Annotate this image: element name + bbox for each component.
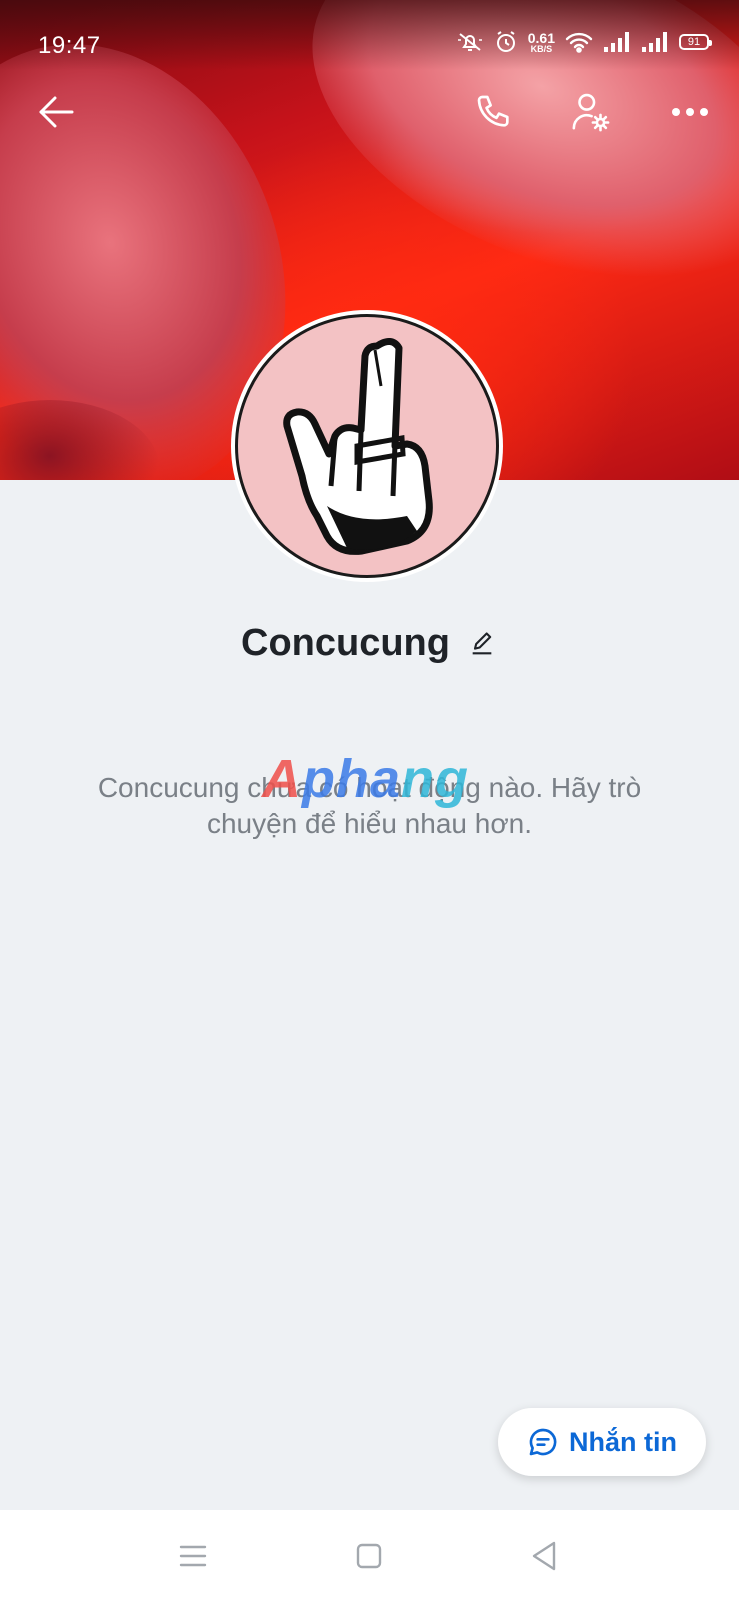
profile-settings-button[interactable] — [566, 88, 614, 136]
status-bar: 19:47 0.61 KB/S 91 — [0, 0, 739, 64]
chat-bubble-icon — [529, 1428, 557, 1456]
battery-level: 91 — [687, 36, 701, 48]
more-options-button[interactable] — [666, 88, 714, 136]
watermark-logo: Aphang — [262, 752, 469, 806]
profile-name: Concucung — [241, 622, 450, 664]
message-button-label: Nhắn tin — [569, 1426, 677, 1457]
home-square-icon — [356, 1543, 382, 1569]
system-nav-bar — [0, 1510, 739, 1600]
hand-gesture-image — [283, 338, 433, 555]
watermark-part: A — [262, 749, 302, 809]
system-back-button[interactable] — [522, 1534, 566, 1578]
signal-icon — [603, 31, 631, 53]
net-speed-unit: KB/S — [530, 43, 553, 54]
edit-name-button[interactable] — [466, 628, 498, 660]
pencil-icon — [472, 631, 492, 654]
more-icon — [672, 108, 708, 116]
back-arrow-icon — [39, 96, 74, 128]
watermark-part: pha — [302, 749, 402, 809]
user-settings-icon — [572, 93, 610, 132]
watermark-part: ng — [401, 749, 469, 809]
status-time: 19:47 — [38, 32, 101, 59]
avatar-image — [235, 314, 499, 578]
avatar[interactable] — [231, 310, 503, 582]
net-speed: 0.61 KB/S — [528, 31, 555, 54]
wifi-icon — [565, 31, 593, 53]
profile-name-row: Concucung — [0, 622, 739, 665]
menu-icon — [179, 1545, 207, 1567]
back-button[interactable] — [32, 88, 80, 136]
battery-icon: 91 — [679, 34, 712, 50]
home-button[interactable] — [347, 1534, 391, 1578]
message-button[interactable]: Nhắn tin — [498, 1408, 706, 1476]
net-speed-value: 0.61 — [527, 29, 555, 46]
mute-icon — [456, 30, 484, 54]
call-button[interactable] — [470, 88, 518, 136]
alarm-icon — [494, 30, 518, 54]
back-triangle-icon — [532, 1541, 556, 1571]
status-icons: 0.61 KB/S 91 — [456, 30, 712, 54]
phone-icon — [477, 95, 509, 127]
signal-icon — [641, 31, 669, 53]
recent-apps-button[interactable] — [171, 1534, 215, 1578]
